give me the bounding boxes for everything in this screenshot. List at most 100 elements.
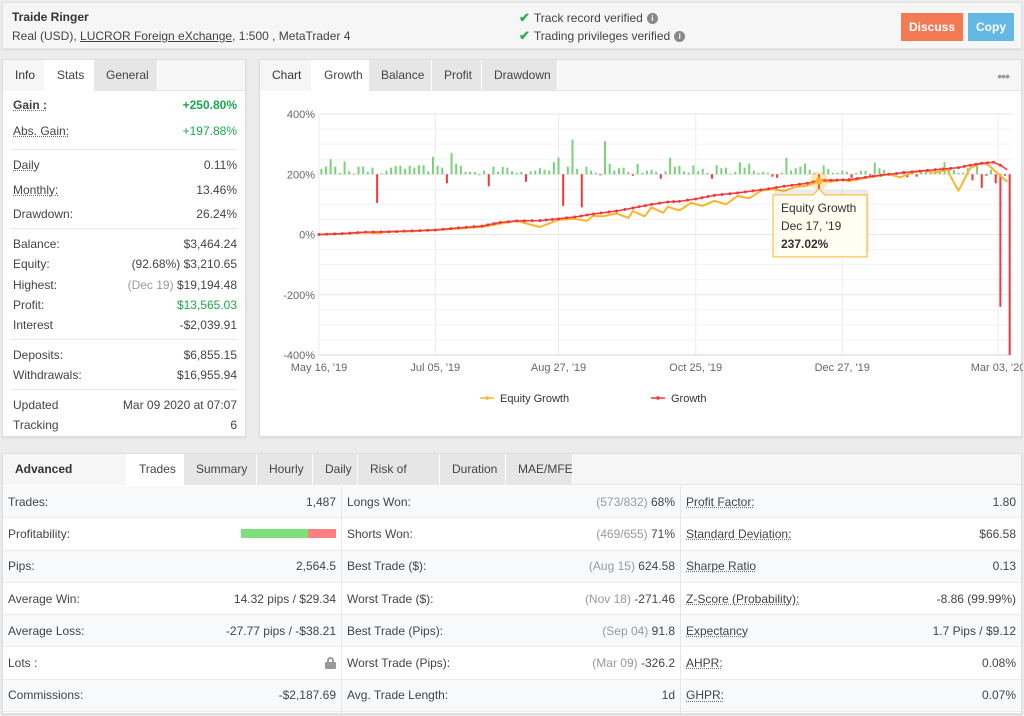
tab-general[interactable]: General (94, 60, 158, 91)
stat-drawdown: Drawdown: 26.24% (13, 207, 237, 221)
bar (971, 174, 974, 181)
account-leverage-platform: , 1:500 , MetaTrader 4 (232, 29, 351, 43)
growth-marker (387, 230, 391, 234)
tab-drawdown[interactable]: Drawdown (482, 60, 558, 91)
row-value: 14.32 pips / $29.34 (233, 591, 336, 606)
bar (608, 163, 611, 175)
tab-duration[interactable]: Duration (440, 454, 506, 485)
stat-equity: Equity: (92.68%) $3,210.65 (13, 257, 237, 271)
copy-button[interactable]: Copy (968, 13, 1014, 41)
growth-marker (515, 219, 519, 223)
y-tick-label: 0% (299, 230, 315, 242)
stat-note: (92.68%) (131, 257, 181, 271)
tab-info[interactable]: Info (3, 60, 45, 91)
tab-profit[interactable]: Profit (432, 60, 482, 91)
y-tick-label: 400% (287, 109, 315, 121)
row-label[interactable]: Z-Score (Probability): (686, 592, 799, 606)
tab-summary[interactable]: Summary (184, 454, 257, 485)
broker-link[interactable]: LUCROR Foreign eXchange (80, 29, 232, 43)
growth-marker (991, 160, 995, 164)
row-average-win: Average Win: 14.32 pips / $29.34 (3, 583, 341, 616)
bar (687, 172, 690, 175)
tab-daily[interactable]: Daily (313, 454, 358, 485)
growth-marker (895, 171, 898, 175)
stat-daily: Daily 0.11% (13, 158, 237, 172)
bar (543, 169, 546, 175)
tab-stats[interactable]: Stats (45, 60, 94, 92)
growth-marker (986, 161, 990, 165)
divider (11, 339, 237, 340)
row-label[interactable]: AHPR: (686, 656, 723, 670)
growth-marker (847, 178, 851, 182)
growth-marker (941, 167, 945, 171)
row-value-group: (Sep 04) 91.8 (602, 624, 675, 638)
tab-growth[interactable]: Growth (312, 60, 369, 92)
bar (864, 170, 867, 175)
row-label[interactable]: GHPR: (686, 688, 724, 702)
bar (855, 172, 858, 175)
bar (957, 172, 960, 175)
bar (324, 166, 327, 175)
bar (571, 139, 574, 175)
tab-trades[interactable]: Trades (127, 454, 184, 486)
tab-chart[interactable]: Chart (260, 60, 312, 91)
lock-icon (325, 657, 336, 670)
tab-hourly[interactable]: Hourly (257, 454, 313, 485)
bar (408, 165, 411, 175)
growth-marker (694, 197, 698, 201)
row-sharpe-ratio: Sharpe Ratio 0.13 (681, 550, 1021, 583)
growth-marker (863, 175, 867, 179)
bar (334, 166, 337, 175)
growth-marker (743, 190, 747, 194)
growth-marker (672, 200, 676, 204)
y-tick-label: 200% (287, 169, 315, 181)
bar (515, 172, 518, 175)
growth-marker (395, 229, 399, 233)
more-options-icon[interactable]: ••• (997, 68, 1010, 84)
stat-tracking: Tracking 6 (13, 418, 237, 432)
stat-label[interactable]: Gain : (13, 98, 47, 112)
row-note: (Mar 09) (592, 656, 638, 671)
stat-value-group: (92.68%) $3,210.65 (132, 257, 237, 271)
grid (318, 113, 1012, 356)
growth-marker (736, 191, 740, 195)
info-icon[interactable]: i (674, 30, 686, 42)
info-icon[interactable]: i (646, 12, 658, 24)
growth-marker (544, 218, 548, 222)
tooltip: Equity Growth Dec 17, '19 237.02% (772, 171, 869, 258)
bar (724, 167, 727, 175)
bar (980, 174, 983, 188)
growth-marker (538, 219, 542, 223)
growth-marker (607, 210, 611, 214)
row-label[interactable]: Standard Deviation: (686, 527, 791, 541)
growth-marker (918, 169, 922, 173)
bar (566, 166, 569, 175)
tab-advanced-statistics: Advanced Statistics (3, 454, 127, 506)
discuss-button[interactable]: Discuss (901, 13, 963, 41)
divider (11, 389, 237, 390)
growth-marker (790, 183, 794, 187)
bar (483, 170, 486, 175)
growth-marker (340, 232, 344, 236)
bar (524, 174, 527, 182)
legend-marker (656, 396, 660, 400)
bar (357, 166, 360, 175)
bar (678, 165, 681, 175)
row-label[interactable]: Sharpe Ratio (686, 559, 756, 573)
row-value: -8.86 (99.99%) (936, 591, 1016, 606)
row-label[interactable]: Profit Factor: (686, 495, 755, 509)
stats-column-3: Profit Factor: 1.80 Standard Deviation: … (681, 486, 1021, 713)
stat-label[interactable]: Monthly: (13, 183, 58, 197)
stat-label[interactable]: Daily (13, 158, 40, 172)
growth-marker (658, 201, 662, 205)
row-label: Profitability: (8, 526, 71, 541)
row-commissions: Commissions: -$2,187.69 (3, 679, 341, 713)
bar (352, 173, 355, 175)
tab-risk-of-ruin[interactable]: Risk of Ruin (358, 454, 440, 506)
row-label[interactable]: Expectancy (686, 624, 748, 638)
stat-label[interactable]: Abs. Gain: (13, 124, 69, 138)
tab-mae-mfe[interactable]: MAE/MFE (506, 454, 573, 485)
tab-balance[interactable]: Balance (369, 60, 432, 91)
row-value: 0.13 (992, 559, 1016, 574)
row-note: (Sep 04) (602, 623, 649, 638)
